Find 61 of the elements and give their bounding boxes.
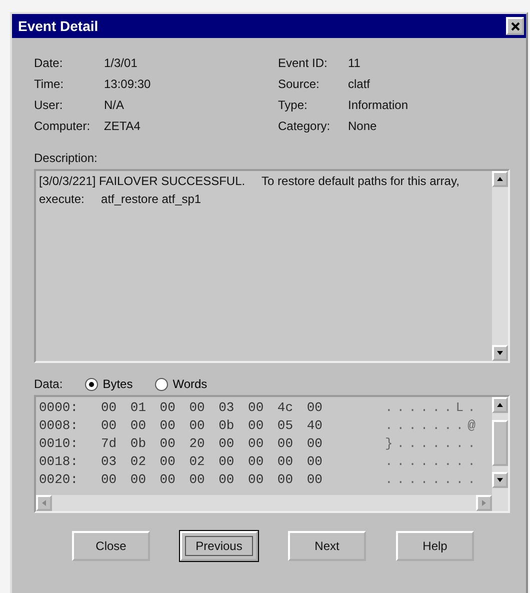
offset-text: 0008: bbox=[39, 417, 80, 435]
data-box[interactable]: 0000: 00 01 00 00 03 00 4c 00 ......L. 0008: 00 00 00 00 0b 00 05 40 .......@ 0010: 7d 0b 00 20 00 00 00 00 }....... 0018: 03 02 00 02 00 00 00 00 ........ 0020: 00 00 00 00 00 00 00 00 ........ bbox=[34, 395, 510, 513]
ascii-text: ........ bbox=[385, 471, 480, 489]
description-box[interactable]: [3/0/3/221] FAILOVER SUCCESSFUL. To restore default paths for this array, execute: atf_restore atf_sp1 bbox=[34, 169, 510, 363]
offset-text: 0020: bbox=[39, 471, 80, 489]
ascii-text: .......@ bbox=[385, 417, 480, 435]
vertical-scrollbar[interactable] bbox=[492, 397, 508, 511]
description-label: Description: bbox=[34, 151, 98, 165]
field-value: N/A bbox=[104, 98, 126, 112]
field-label: Source: bbox=[278, 77, 320, 91]
dialog-button[interactable]: Help bbox=[396, 531, 474, 561]
field-value: Information bbox=[348, 98, 410, 112]
left-arrow-icon bbox=[41, 499, 47, 507]
field-label: User: bbox=[34, 98, 64, 112]
ascii-text: ......L. bbox=[385, 399, 480, 417]
offset-text: 0010: bbox=[39, 435, 80, 453]
hex-bytes: 00 00 00 00 00 00 00 00 bbox=[101, 471, 324, 489]
field-value: ZETA4 bbox=[104, 119, 142, 133]
field-value: None bbox=[348, 119, 378, 133]
field-label: Event ID: bbox=[278, 56, 328, 70]
dialog-button[interactable]: Previous bbox=[180, 531, 258, 561]
up-arrow-icon bbox=[496, 176, 504, 182]
hex-bytes: 03 02 00 02 00 00 00 00 bbox=[101, 453, 324, 471]
offset-text: 0000: bbox=[39, 399, 80, 417]
hex-bytes: 7d 0b 00 20 00 00 00 00 bbox=[101, 435, 324, 453]
hex-bytes: 00 01 00 00 03 00 4c 00 bbox=[101, 399, 324, 417]
description-text: [3/0/3/221] FAILOVER SUCCESSFUL. To restore default paths for this array, execute: atf_restore atf_sp1 bbox=[38, 173, 460, 208]
scroll-up-button[interactable] bbox=[492, 397, 508, 413]
format-radio[interactable]: Words bbox=[154, 377, 208, 391]
field-value: 13:09:30 bbox=[104, 77, 152, 91]
vertical-scrollbar[interactable] bbox=[492, 171, 508, 361]
hex-bytes: 00 00 00 00 0b 00 05 40 bbox=[101, 417, 324, 435]
data-label: Data: bbox=[34, 377, 63, 391]
field-value: 1/3/01 bbox=[104, 56, 138, 70]
field-label: Type: bbox=[278, 98, 308, 112]
field-label: Time: bbox=[34, 77, 65, 91]
dialog-button[interactable]: Close bbox=[72, 531, 150, 561]
field-label: Computer: bbox=[34, 119, 92, 133]
scroll-up-button[interactable] bbox=[492, 171, 508, 187]
ascii-text: ........ bbox=[385, 453, 480, 471]
close-icon bbox=[510, 22, 520, 30]
close-button[interactable] bbox=[506, 17, 524, 35]
right-arrow-icon bbox=[481, 499, 487, 507]
scroll-right-button[interactable] bbox=[476, 495, 492, 511]
up-arrow-icon bbox=[496, 402, 504, 408]
scroll-down-button[interactable] bbox=[492, 472, 508, 488]
dialog-button[interactable]: Next bbox=[288, 531, 366, 561]
field-value: 11 bbox=[348, 56, 362, 70]
offset-text: 0018: bbox=[39, 453, 80, 471]
scroll-down-button[interactable] bbox=[492, 345, 508, 361]
scroll-thumb[interactable] bbox=[492, 420, 508, 466]
down-arrow-icon bbox=[496, 350, 504, 356]
horizontal-scrollbar[interactable] bbox=[36, 495, 492, 511]
scroll-left-button[interactable] bbox=[36, 495, 52, 511]
ascii-text: }....... bbox=[385, 435, 480, 453]
window-title: Event Detail bbox=[18, 18, 98, 34]
format-radio[interactable]: Bytes bbox=[84, 377, 133, 391]
down-arrow-icon bbox=[496, 477, 504, 484]
field-label: Date: bbox=[34, 56, 64, 70]
field-label: Category: bbox=[278, 119, 332, 133]
field-value: clatf bbox=[348, 77, 372, 91]
